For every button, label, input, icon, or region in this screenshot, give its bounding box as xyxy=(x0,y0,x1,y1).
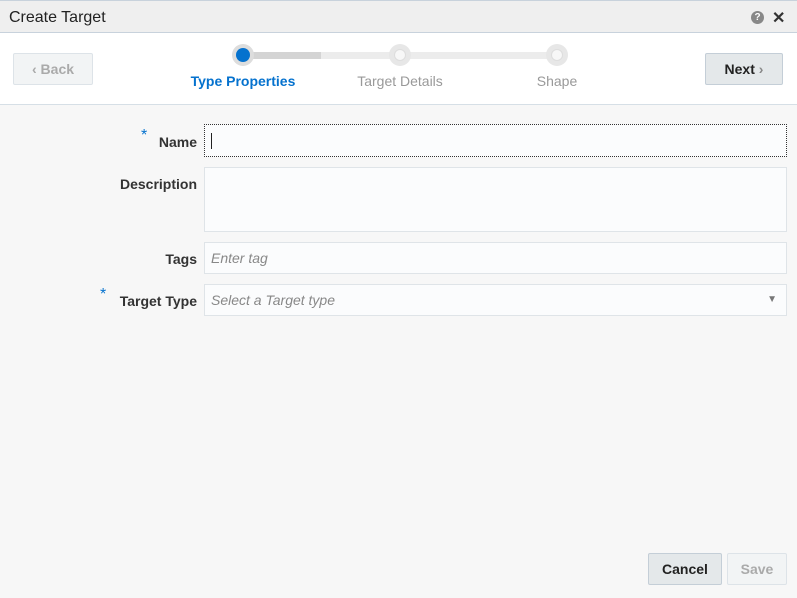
target-type-select[interactable]: Select a Target type ▼ xyxy=(204,284,787,316)
target-type-label: Target Type xyxy=(119,293,197,309)
next-label: Next xyxy=(724,61,755,77)
step-type-properties[interactable] xyxy=(232,44,254,66)
save-button[interactable]: Save xyxy=(727,553,787,585)
dialog-header: Create Target ? ✕ xyxy=(0,0,797,33)
chevron-left-icon: ‹ xyxy=(31,61,37,77)
target-type-placeholder: Select a Target type xyxy=(211,292,336,308)
step-label[interactable]: Type Properties xyxy=(191,73,296,89)
next-button[interactable]: Next › xyxy=(705,53,783,85)
step-train: ‹ Back Type Properties Target Details Sh… xyxy=(0,33,797,105)
required-marker: * xyxy=(100,286,107,303)
step-shape[interactable] xyxy=(546,44,568,66)
dialog-title: Create Target xyxy=(9,9,106,26)
name-input[interactable] xyxy=(204,124,787,157)
chevron-right-icon: › xyxy=(758,61,764,77)
question-circle-icon[interactable]: ? xyxy=(751,11,764,24)
description-textarea[interactable] xyxy=(204,167,787,232)
back-label: Back xyxy=(40,61,75,77)
step-target-details[interactable] xyxy=(389,44,411,66)
tags-label: Tags xyxy=(165,251,197,267)
step-label[interactable]: Target Details xyxy=(357,73,443,89)
back-button[interactable]: ‹ Back xyxy=(13,53,93,85)
name-label: Name xyxy=(158,134,197,150)
step-label[interactable]: Shape xyxy=(537,73,577,89)
description-label: Description xyxy=(119,176,197,192)
tags-input[interactable]: Enter tag xyxy=(204,242,787,274)
tags-placeholder: Enter tag xyxy=(211,250,268,266)
close-icon[interactable]: ✕ xyxy=(772,8,785,28)
required-marker: * xyxy=(141,127,148,144)
caret-down-icon: ▼ xyxy=(767,294,777,305)
cancel-button[interactable]: Cancel xyxy=(648,553,722,585)
train-progress xyxy=(243,52,321,59)
